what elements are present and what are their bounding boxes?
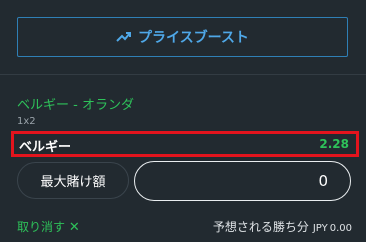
selection-row: ベルギー 2.28 (11, 131, 359, 157)
stake-input[interactable] (134, 161, 351, 201)
potential-winnings: 予想される勝ち分 JPY 0.00 (213, 218, 352, 235)
divider (0, 74, 366, 75)
selection-odds: 2.28 (319, 137, 349, 151)
event-title: ベルギー - オランダ (17, 98, 134, 113)
cancel-label: 取り消す (17, 220, 66, 234)
trending-up-icon (116, 32, 132, 42)
winnings-currency: JPY (312, 223, 328, 234)
max-stake-label: 最大賭け額 (40, 175, 106, 190)
winnings-amount: 0.00 (329, 223, 352, 234)
market-type: 1x2 (17, 116, 36, 127)
close-icon: ✕ (68, 220, 80, 235)
price-boost-label: プライスブースト (138, 30, 249, 46)
selection-name: ベルギー (19, 140, 72, 155)
cancel-button[interactable]: 取り消す ✕ (17, 218, 80, 235)
winnings-label: 予想される勝ち分 (212, 220, 309, 234)
max-stake-button[interactable]: 最大賭け額 (17, 162, 129, 199)
price-boost-button[interactable]: プライスブースト (17, 17, 348, 57)
